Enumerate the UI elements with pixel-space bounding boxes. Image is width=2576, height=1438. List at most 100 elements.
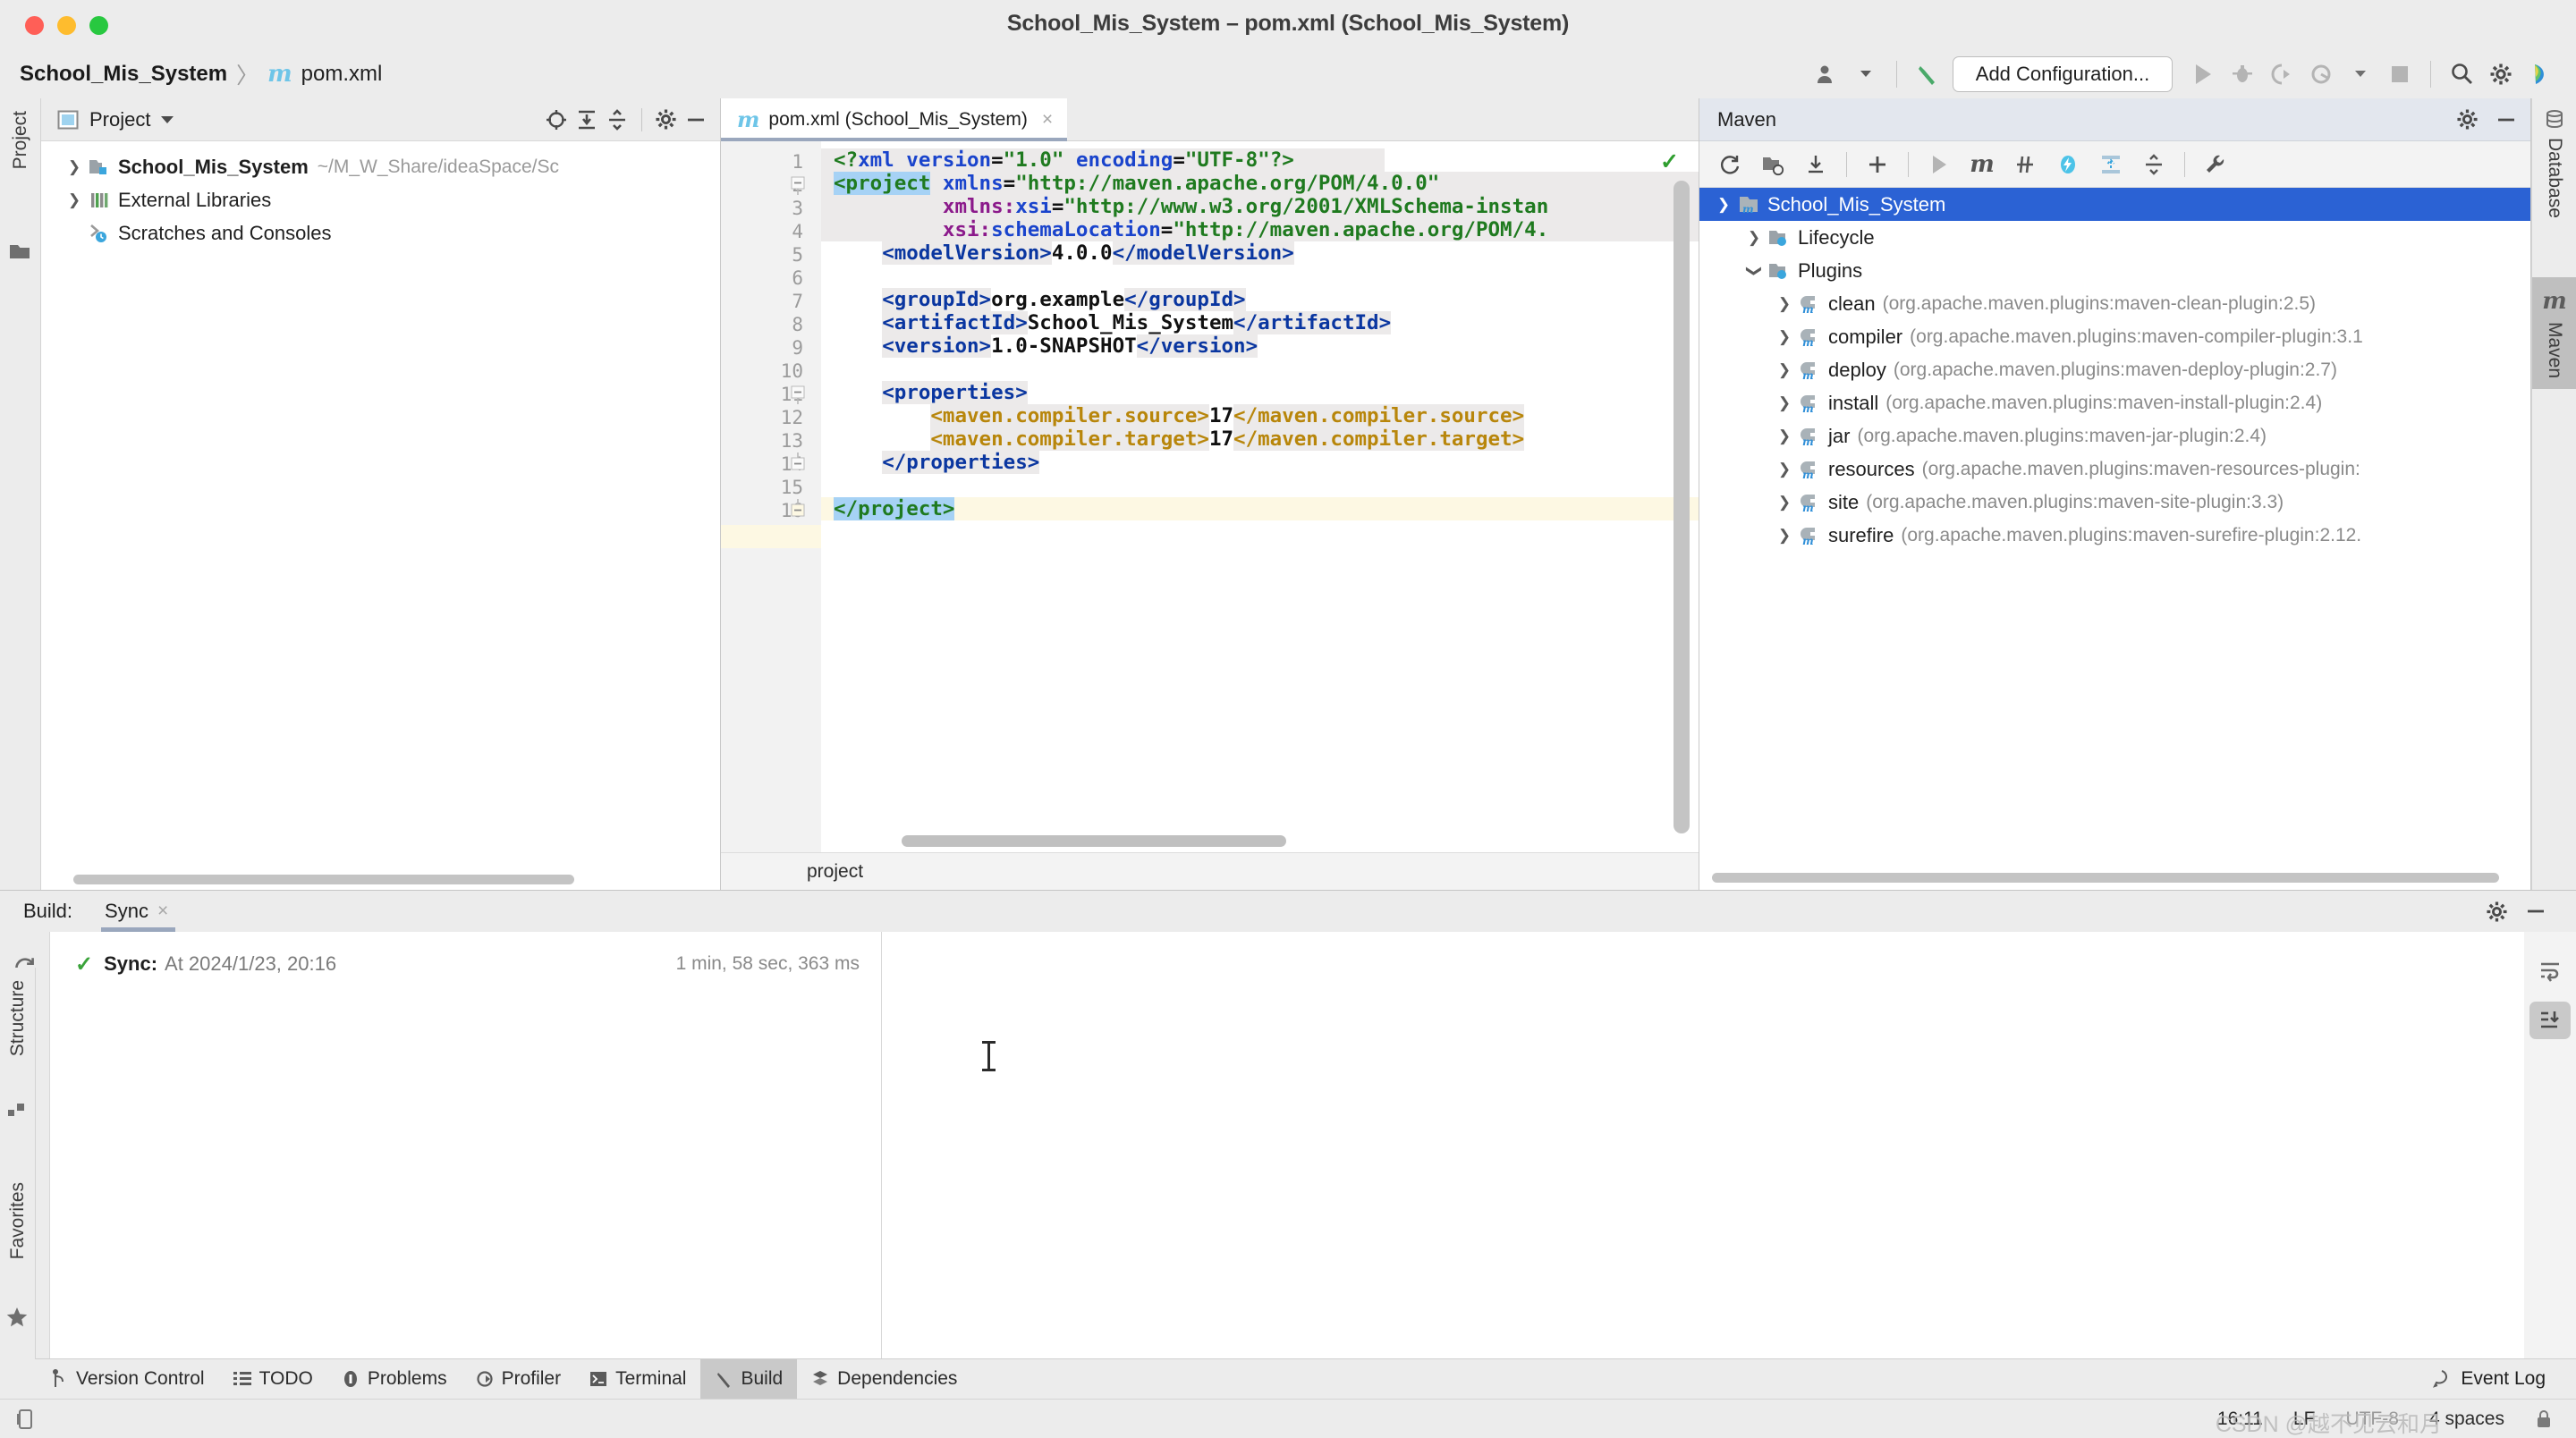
chevron-right-icon[interactable]: ❯ <box>1773 361 1796 379</box>
project-strip-icon[interactable] <box>8 240 31 263</box>
build-event-list[interactable]: ✓ Sync: At 2024/1/23, 20:16 1 min, 58 se… <box>50 932 882 1358</box>
execute-maven-goal-icon[interactable]: m <box>1962 145 2002 184</box>
chevron-right-icon[interactable]: ❯ <box>1773 461 1796 478</box>
inspection-ok-icon[interactable]: ✓ <box>1660 148 1679 175</box>
profile-icon[interactable] <box>2301 55 2341 94</box>
minimize-icon[interactable] <box>2495 108 2518 131</box>
toggle-offline-mode-icon[interactable] <box>2048 145 2088 184</box>
bottom-tab-build[interactable]: Build <box>700 1359 798 1399</box>
build-sync-row[interactable]: ✓ Sync: At 2024/1/23, 20:16 1 min, 58 se… <box>50 944 881 984</box>
maven-tree-plugins[interactable]: ❯ Plugins <box>1699 254 2530 287</box>
minimize-icon[interactable] <box>2524 900 2547 923</box>
run-icon[interactable] <box>2183 55 2223 94</box>
bottom-tab-todo[interactable]: TODO <box>219 1359 327 1399</box>
maven-plugin-row[interactable]: ❯ m clean (org.apache.maven.plugins:mave… <box>1699 287 2530 320</box>
scroll-to-end-icon[interactable] <box>2529 1002 2571 1039</box>
sidebar-item-database[interactable]: Database <box>2532 98 2576 229</box>
fold-handle[interactable] <box>789 499 809 519</box>
project-horizontal-scrollbar[interactable] <box>73 875 574 884</box>
reload-all-icon[interactable] <box>1710 145 1750 184</box>
file-encoding[interactable]: UTF-8 <box>2345 1408 2399 1430</box>
chevron-down-icon[interactable]: ❯ <box>1745 259 1763 283</box>
gear-icon[interactable] <box>2481 55 2521 94</box>
bottom-tab-dependencies[interactable]: Dependencies <box>797 1359 971 1399</box>
close-icon[interactable]: × <box>157 901 168 922</box>
debug-icon[interactable] <box>2223 55 2262 94</box>
chevron-down-icon[interactable] <box>2341 55 2380 94</box>
add-maven-project-icon[interactable] <box>1753 145 1792 184</box>
maven-plugin-row[interactable]: ❯ m jar (org.apache.maven.plugins:maven-… <box>1699 419 2530 453</box>
tree-row[interactable]: ❯ School_Mis_System ~/M_W_Share/ideaSpac… <box>41 150 720 183</box>
build-detail-pane[interactable] <box>882 932 2524 1358</box>
soft-wrap-icon[interactable] <box>2529 952 2571 989</box>
ide-feedback-icon[interactable] <box>2521 55 2560 94</box>
code-editor[interactable]: 1 2 3 4 5 6 7 8 9 10 11 12 13 14 15 16 <box>721 141 1699 852</box>
star-icon[interactable] <box>5 1306 29 1329</box>
fold-handle[interactable] <box>789 385 809 404</box>
favorites-strip[interactable]: Favorites <box>7 1182 29 1264</box>
plus-icon[interactable] <box>1858 145 1897 184</box>
maven-plugin-row[interactable]: ❯ m surefire (org.apache.maven.plugins:m… <box>1699 519 2530 552</box>
lock-icon[interactable] <box>2535 1409 2553 1429</box>
line-separator[interactable]: LF <box>2293 1408 2316 1430</box>
editor-tab-pom-xml[interactable]: m pom.xml (School_Mis_System) × <box>721 98 1068 141</box>
breadcrumb-file[interactable]: pom.xml <box>301 62 383 87</box>
sidebar-item-project[interactable]: Project <box>10 111 31 169</box>
chevron-right-icon[interactable]: ❯ <box>1773 328 1796 346</box>
chevron-down-icon[interactable]: ❯ <box>1712 196 1735 214</box>
locate-icon[interactable] <box>545 108 568 131</box>
editor-horizontal-scrollbar[interactable] <box>902 835 1286 847</box>
maven-plugin-row[interactable]: ❯ m install (org.apache.maven.plugins:ma… <box>1699 386 2530 419</box>
chevron-right-icon[interactable]: ❯ <box>63 158 86 176</box>
chevron-right-icon[interactable]: ❯ <box>1773 427 1796 445</box>
chevron-down-icon[interactable] <box>1846 55 1885 94</box>
gear-icon[interactable] <box>2456 108 2479 131</box>
fold-handle[interactable] <box>789 451 809 470</box>
run-configuration-selector[interactable]: Add Configuration... <box>1953 55 2173 92</box>
collapse-all-icon[interactable] <box>2134 145 2174 184</box>
search-icon[interactable] <box>2442 55 2481 94</box>
maven-tree-lifecycle[interactable]: ❯ Lifecycle <box>1699 221 2530 254</box>
bottom-tab-version-control[interactable]: Version Control <box>36 1359 219 1399</box>
indent-setting[interactable]: 4 spaces <box>2429 1408 2504 1430</box>
skip-tests-icon[interactable] <box>2005 145 2045 184</box>
structure-icon[interactable] <box>7 1100 27 1120</box>
event-log-button[interactable]: Event Log <box>2432 1359 2576 1399</box>
code-text-area[interactable]: <?xml version="1.0" encoding="UTF-8"?> <… <box>821 141 1699 852</box>
chevron-right-icon[interactable]: ❯ <box>1773 527 1796 545</box>
structure-strip[interactable]: Structure <box>7 980 29 1061</box>
maven-plugin-row[interactable]: ❯ m deploy (org.apache.maven.plugins:mav… <box>1699 353 2530 386</box>
chevron-right-icon[interactable]: ❯ <box>1773 394 1796 412</box>
run-with-coverage-icon[interactable] <box>2262 55 2301 94</box>
editor-gutter[interactable]: 1 2 3 4 5 6 7 8 9 10 11 12 13 14 15 16 <box>721 141 821 852</box>
editor-breadcrumbs[interactable]: project <box>721 852 1699 890</box>
tree-row[interactable]: ❯ External Libraries <box>41 183 720 216</box>
run-icon[interactable] <box>1919 145 1959 184</box>
expand-all-icon[interactable] <box>575 108 598 131</box>
editor-vertical-scrollbar[interactable] <box>1674 181 1690 833</box>
chevron-right-icon[interactable]: ❯ <box>63 191 86 209</box>
collapse-all-icon[interactable] <box>606 108 629 131</box>
maven-horizontal-scrollbar[interactable] <box>1712 873 2499 883</box>
maven-plugin-row[interactable]: ❯ m site (org.apache.maven.plugins:maven… <box>1699 486 2530 519</box>
maven-plugin-row[interactable]: ❯ m resources (org.apache.maven.plugins:… <box>1699 453 2530 486</box>
gear-icon[interactable] <box>2486 901 2508 923</box>
gear-icon[interactable] <box>655 108 677 131</box>
maven-tree-root[interactable]: ❯ m School_Mis_System <box>1699 188 2530 221</box>
close-icon[interactable]: × <box>1042 109 1053 131</box>
fold-handle[interactable] <box>789 175 809 195</box>
chevron-right-icon[interactable]: ❯ <box>1742 229 1766 247</box>
breadcrumb-project[interactable]: School_Mis_System <box>20 62 227 87</box>
user-account-icon[interactable] <box>1807 55 1846 94</box>
breadcrumb-element[interactable]: project <box>807 861 863 883</box>
build-hammer-icon[interactable] <box>1908 55 1947 94</box>
maven-plugin-row[interactable]: ❯ m compiler (org.apache.maven.plugins:m… <box>1699 320 2530 353</box>
caret-position[interactable]: 16:11 <box>2217 1408 2263 1430</box>
maven-project-tree[interactable]: ❯ m School_Mis_System ❯ Lifecycle ❯ Plug… <box>1699 188 2530 890</box>
bottom-tab-profiler[interactable]: Profiler <box>462 1359 576 1399</box>
download-sources-icon[interactable] <box>1796 145 1835 184</box>
project-tree[interactable]: ❯ School_Mis_System ~/M_W_Share/ideaSpac… <box>41 141 720 890</box>
bottom-tab-problems[interactable]: Problems <box>327 1359 462 1399</box>
sidebar-item-maven[interactable]: m Maven <box>2532 277 2576 390</box>
expand-all-icon[interactable] <box>2091 145 2131 184</box>
